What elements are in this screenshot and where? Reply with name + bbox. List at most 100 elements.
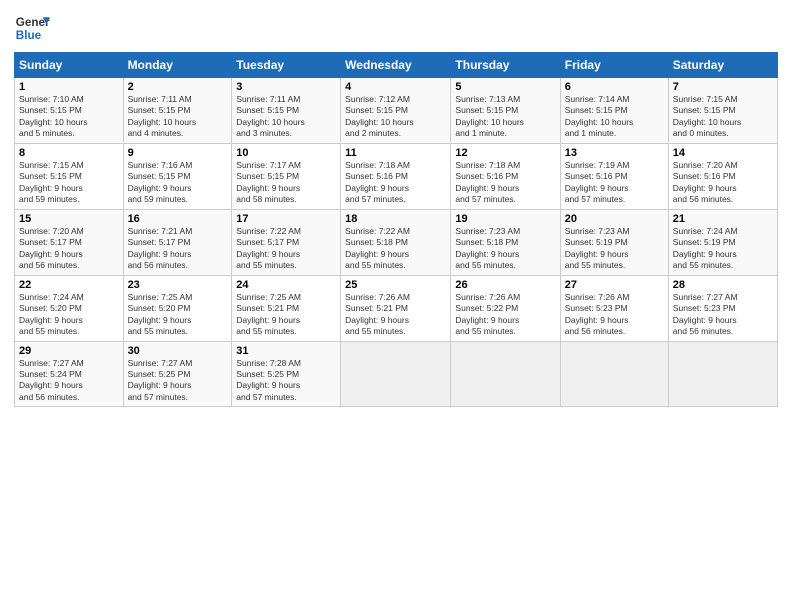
- calendar-cell: 6Sunrise: 7:14 AM Sunset: 5:15 PM Daylig…: [560, 78, 668, 144]
- calendar-cell: 21Sunrise: 7:24 AM Sunset: 5:19 PM Dayli…: [668, 209, 777, 275]
- day-info: Sunrise: 7:21 AM Sunset: 5:17 PM Dayligh…: [128, 226, 228, 272]
- calendar-cell: 26Sunrise: 7:26 AM Sunset: 5:22 PM Dayli…: [451, 275, 560, 341]
- day-number: 6: [565, 81, 664, 93]
- day-info: Sunrise: 7:17 AM Sunset: 5:15 PM Dayligh…: [236, 160, 336, 206]
- day-header-monday: Monday: [123, 53, 232, 78]
- day-number: 5: [455, 81, 555, 93]
- day-info: Sunrise: 7:10 AM Sunset: 5:15 PM Dayligh…: [19, 94, 119, 140]
- calendar-cell: 20Sunrise: 7:23 AM Sunset: 5:19 PM Dayli…: [560, 209, 668, 275]
- calendar-cell: 29Sunrise: 7:27 AM Sunset: 5:24 PM Dayli…: [15, 341, 124, 407]
- calendar-cell: 4Sunrise: 7:12 AM Sunset: 5:15 PM Daylig…: [341, 78, 451, 144]
- calendar-cell: [341, 341, 451, 407]
- calendar-cell: 3Sunrise: 7:11 AM Sunset: 5:15 PM Daylig…: [232, 78, 341, 144]
- calendar-cell: 15Sunrise: 7:20 AM Sunset: 5:17 PM Dayli…: [15, 209, 124, 275]
- logo: General Blue: [14, 10, 50, 46]
- calendar-cell: 11Sunrise: 7:18 AM Sunset: 5:16 PM Dayli…: [341, 143, 451, 209]
- svg-text:Blue: Blue: [16, 29, 42, 42]
- day-header-saturday: Saturday: [668, 53, 777, 78]
- logo-icon: General Blue: [14, 10, 50, 46]
- calendar-cell: 13Sunrise: 7:19 AM Sunset: 5:16 PM Dayli…: [560, 143, 668, 209]
- calendar-cell: 30Sunrise: 7:27 AM Sunset: 5:25 PM Dayli…: [123, 341, 232, 407]
- day-info: Sunrise: 7:22 AM Sunset: 5:17 PM Dayligh…: [236, 226, 336, 272]
- day-info: Sunrise: 7:11 AM Sunset: 5:15 PM Dayligh…: [128, 94, 228, 140]
- day-number: 22: [19, 279, 119, 291]
- day-number: 24: [236, 279, 336, 291]
- calendar-cell: 14Sunrise: 7:20 AM Sunset: 5:16 PM Dayli…: [668, 143, 777, 209]
- day-number: 13: [565, 147, 664, 159]
- day-info: Sunrise: 7:27 AM Sunset: 5:25 PM Dayligh…: [128, 358, 228, 404]
- calendar-week-row: 29Sunrise: 7:27 AM Sunset: 5:24 PM Dayli…: [15, 341, 778, 407]
- day-info: Sunrise: 7:19 AM Sunset: 5:16 PM Dayligh…: [565, 160, 664, 206]
- day-number: 26: [455, 279, 555, 291]
- calendar-cell: 28Sunrise: 7:27 AM Sunset: 5:23 PM Dayli…: [668, 275, 777, 341]
- calendar-cell: 10Sunrise: 7:17 AM Sunset: 5:15 PM Dayli…: [232, 143, 341, 209]
- day-number: 14: [673, 147, 773, 159]
- day-info: Sunrise: 7:23 AM Sunset: 5:18 PM Dayligh…: [455, 226, 555, 272]
- day-info: Sunrise: 7:26 AM Sunset: 5:22 PM Dayligh…: [455, 292, 555, 338]
- day-info: Sunrise: 7:20 AM Sunset: 5:16 PM Dayligh…: [673, 160, 773, 206]
- day-number: 3: [236, 81, 336, 93]
- day-info: Sunrise: 7:14 AM Sunset: 5:15 PM Dayligh…: [565, 94, 664, 140]
- calendar-cell: 18Sunrise: 7:22 AM Sunset: 5:18 PM Dayli…: [341, 209, 451, 275]
- day-info: Sunrise: 7:13 AM Sunset: 5:15 PM Dayligh…: [455, 94, 555, 140]
- calendar-cell: 19Sunrise: 7:23 AM Sunset: 5:18 PM Dayli…: [451, 209, 560, 275]
- day-info: Sunrise: 7:15 AM Sunset: 5:15 PM Dayligh…: [19, 160, 119, 206]
- day-number: 1: [19, 81, 119, 93]
- day-header-sunday: Sunday: [15, 53, 124, 78]
- calendar-cell: 25Sunrise: 7:26 AM Sunset: 5:21 PM Dayli…: [341, 275, 451, 341]
- day-number: 30: [128, 345, 228, 357]
- day-number: 31: [236, 345, 336, 357]
- day-number: 4: [345, 81, 446, 93]
- calendar-cell: 31Sunrise: 7:28 AM Sunset: 5:25 PM Dayli…: [232, 341, 341, 407]
- day-info: Sunrise: 7:12 AM Sunset: 5:15 PM Dayligh…: [345, 94, 446, 140]
- day-number: 28: [673, 279, 773, 291]
- calendar-cell: 23Sunrise: 7:25 AM Sunset: 5:20 PM Dayli…: [123, 275, 232, 341]
- day-number: 20: [565, 213, 664, 225]
- day-info: Sunrise: 7:11 AM Sunset: 5:15 PM Dayligh…: [236, 94, 336, 140]
- day-number: 21: [673, 213, 773, 225]
- calendar-week-row: 22Sunrise: 7:24 AM Sunset: 5:20 PM Dayli…: [15, 275, 778, 341]
- day-number: 7: [673, 81, 773, 93]
- day-number: 12: [455, 147, 555, 159]
- calendar-cell: [560, 341, 668, 407]
- calendar-table: SundayMondayTuesdayWednesdayThursdayFrid…: [14, 52, 778, 407]
- day-info: Sunrise: 7:24 AM Sunset: 5:19 PM Dayligh…: [673, 226, 773, 272]
- day-info: Sunrise: 7:24 AM Sunset: 5:20 PM Dayligh…: [19, 292, 119, 338]
- day-header-tuesday: Tuesday: [232, 53, 341, 78]
- day-number: 9: [128, 147, 228, 159]
- day-info: Sunrise: 7:27 AM Sunset: 5:23 PM Dayligh…: [673, 292, 773, 338]
- day-info: Sunrise: 7:15 AM Sunset: 5:15 PM Dayligh…: [673, 94, 773, 140]
- calendar-cell: 7Sunrise: 7:15 AM Sunset: 5:15 PM Daylig…: [668, 78, 777, 144]
- calendar-cell: 24Sunrise: 7:25 AM Sunset: 5:21 PM Dayli…: [232, 275, 341, 341]
- calendar-body: 1Sunrise: 7:10 AM Sunset: 5:15 PM Daylig…: [15, 78, 778, 407]
- day-info: Sunrise: 7:20 AM Sunset: 5:17 PM Dayligh…: [19, 226, 119, 272]
- calendar-cell: 16Sunrise: 7:21 AM Sunset: 5:17 PM Dayli…: [123, 209, 232, 275]
- calendar-cell: 22Sunrise: 7:24 AM Sunset: 5:20 PM Dayli…: [15, 275, 124, 341]
- day-number: 19: [455, 213, 555, 225]
- day-info: Sunrise: 7:25 AM Sunset: 5:21 PM Dayligh…: [236, 292, 336, 338]
- day-info: Sunrise: 7:27 AM Sunset: 5:24 PM Dayligh…: [19, 358, 119, 404]
- calendar-cell: 27Sunrise: 7:26 AM Sunset: 5:23 PM Dayli…: [560, 275, 668, 341]
- page-container: General Blue SundayMondayTuesdayWednesda…: [0, 0, 792, 413]
- day-number: 29: [19, 345, 119, 357]
- calendar-week-row: 8Sunrise: 7:15 AM Sunset: 5:15 PM Daylig…: [15, 143, 778, 209]
- calendar-cell: 12Sunrise: 7:18 AM Sunset: 5:16 PM Dayli…: [451, 143, 560, 209]
- day-info: Sunrise: 7:22 AM Sunset: 5:18 PM Dayligh…: [345, 226, 446, 272]
- day-info: Sunrise: 7:18 AM Sunset: 5:16 PM Dayligh…: [455, 160, 555, 206]
- day-info: Sunrise: 7:25 AM Sunset: 5:20 PM Dayligh…: [128, 292, 228, 338]
- day-number: 17: [236, 213, 336, 225]
- day-number: 8: [19, 147, 119, 159]
- calendar-cell: 1Sunrise: 7:10 AM Sunset: 5:15 PM Daylig…: [15, 78, 124, 144]
- day-number: 25: [345, 279, 446, 291]
- calendar-week-row: 1Sunrise: 7:10 AM Sunset: 5:15 PM Daylig…: [15, 78, 778, 144]
- day-info: Sunrise: 7:26 AM Sunset: 5:21 PM Dayligh…: [345, 292, 446, 338]
- calendar-cell: [451, 341, 560, 407]
- day-number: 2: [128, 81, 228, 93]
- calendar-cell: 9Sunrise: 7:16 AM Sunset: 5:15 PM Daylig…: [123, 143, 232, 209]
- day-number: 27: [565, 279, 664, 291]
- day-header-friday: Friday: [560, 53, 668, 78]
- calendar-cell: 17Sunrise: 7:22 AM Sunset: 5:17 PM Dayli…: [232, 209, 341, 275]
- header: General Blue: [14, 10, 778, 46]
- day-info: Sunrise: 7:18 AM Sunset: 5:16 PM Dayligh…: [345, 160, 446, 206]
- day-header-thursday: Thursday: [451, 53, 560, 78]
